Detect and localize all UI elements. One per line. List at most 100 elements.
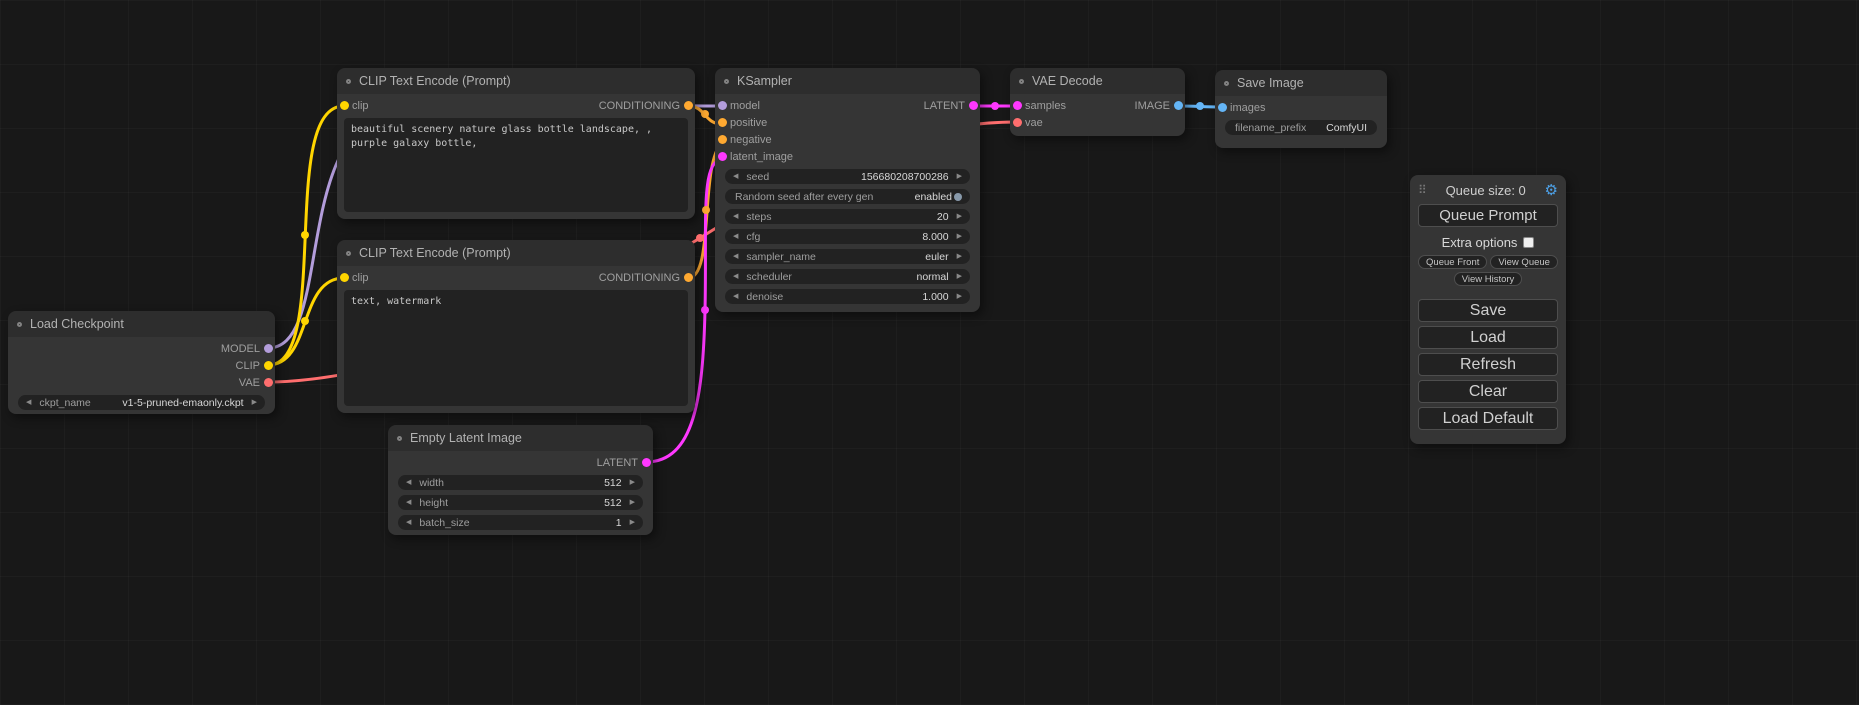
node-clip-text-encode-negative[interactable]: CLIP Text Encode (Prompt) clip CONDITION…	[337, 240, 695, 413]
increment-arrow-icon[interactable]: ▶	[957, 213, 962, 220]
widget-height[interactable]: ◀ height 512 ▶	[398, 495, 643, 510]
node-title-bar[interactable]: VAE Decode	[1010, 68, 1185, 94]
node-title-bar[interactable]: Empty Latent Image	[388, 425, 653, 451]
node-clip-text-encode-positive[interactable]: CLIP Text Encode (Prompt) clip CONDITION…	[337, 68, 695, 219]
decrement-arrow-icon[interactable]: ◀	[406, 479, 411, 486]
clip-output-dot[interactable]	[264, 361, 273, 370]
model-output-dot[interactable]	[264, 344, 273, 353]
collapse-dot-icon[interactable]	[346, 251, 351, 256]
decrement-arrow-icon[interactable]: ◀	[733, 233, 738, 240]
node-title-bar[interactable]: Load Checkpoint	[8, 311, 275, 337]
decrement-arrow-icon[interactable]: ◀	[406, 519, 411, 526]
model-input-dot[interactable]	[718, 101, 727, 110]
clip-input-dot[interactable]	[340, 101, 349, 110]
input-slot-model[interactable]: model	[715, 97, 848, 114]
widget-sampler-name[interactable]: ◀ sampler_name euler ▶	[725, 249, 970, 264]
queue-prompt-button[interactable]: Queue Prompt	[1418, 204, 1558, 227]
output-slot-model[interactable]: MODEL	[8, 340, 275, 357]
widget-steps[interactable]: ◀ steps 20 ▶	[725, 209, 970, 224]
decrement-arrow-icon[interactable]: ◀	[733, 213, 738, 220]
toggle-dot-icon[interactable]	[954, 193, 962, 201]
decrement-arrow-icon[interactable]: ◀	[733, 273, 738, 280]
widget-denoise[interactable]: ◀ denoise 1.000 ▶	[725, 289, 970, 304]
latent-output-dot[interactable]	[642, 458, 651, 467]
input-slot-negative[interactable]: negative	[715, 131, 980, 148]
view-history-button[interactable]: View History	[1454, 272, 1523, 286]
node-title-bar[interactable]: CLIP Text Encode (Prompt)	[337, 68, 695, 94]
view-queue-button[interactable]: View Queue	[1490, 255, 1558, 269]
decrement-arrow-icon[interactable]: ◀	[733, 293, 738, 300]
negative-input-dot[interactable]	[718, 135, 727, 144]
clip-input-dot[interactable]	[340, 273, 349, 282]
node-vae-decode[interactable]: VAE Decode samples IMAGE vae	[1010, 68, 1185, 136]
input-slot-images[interactable]: images	[1215, 99, 1387, 116]
settings-gear-icon[interactable]: ⚙	[1545, 181, 1558, 199]
widget-seed[interactable]: ◀ seed 156680208700286 ▶	[725, 169, 970, 184]
node-empty-latent-image[interactable]: Empty Latent Image LATENT ◀ width 512 ▶ …	[388, 425, 653, 535]
decrement-arrow-icon[interactable]: ◀	[733, 253, 738, 260]
node-title-bar[interactable]: Save Image	[1215, 70, 1387, 96]
latent-image-input-dot[interactable]	[718, 152, 727, 161]
output-slot-clip[interactable]: CLIP	[8, 357, 275, 374]
images-input-dot[interactable]	[1218, 103, 1227, 112]
collapse-dot-icon[interactable]	[17, 322, 22, 327]
widget-scheduler[interactable]: ◀ scheduler normal ▶	[725, 269, 970, 284]
refresh-button[interactable]: Refresh	[1418, 353, 1558, 376]
node-save-image[interactable]: Save Image images filename_prefix ComfyU…	[1215, 70, 1387, 148]
collapse-dot-icon[interactable]	[397, 436, 402, 441]
increment-arrow-icon[interactable]: ▶	[957, 273, 962, 280]
load-default-button[interactable]: Load Default	[1418, 407, 1558, 430]
output-slot-conditioning[interactable]: CONDITIONING	[516, 269, 695, 286]
input-slot-positive[interactable]: positive	[715, 114, 980, 131]
increment-arrow-icon[interactable]: ▶	[957, 293, 962, 300]
decrement-arrow-icon[interactable]: ◀	[26, 399, 31, 406]
vae-input-dot[interactable]	[1013, 118, 1022, 127]
prompt-textarea[interactable]: beautiful scenery nature glass bottle la…	[344, 118, 688, 212]
increment-arrow-icon[interactable]: ▶	[957, 173, 962, 180]
drag-handle-icon[interactable]: ⠿	[1418, 183, 1427, 197]
output-slot-vae[interactable]: VAE	[8, 374, 275, 391]
collapse-dot-icon[interactable]	[1019, 79, 1024, 84]
node-ksampler[interactable]: KSampler model LATENT positive	[715, 68, 980, 312]
output-slot-latent[interactable]: LATENT	[388, 454, 653, 471]
increment-arrow-icon[interactable]: ▶	[957, 253, 962, 260]
decrement-arrow-icon[interactable]: ◀	[406, 499, 411, 506]
increment-arrow-icon[interactable]: ▶	[957, 233, 962, 240]
widget-filename-prefix[interactable]: filename_prefix ComfyUI	[1225, 120, 1377, 135]
output-slot-image[interactable]: IMAGE	[1098, 97, 1186, 114]
input-slot-vae[interactable]: vae	[1010, 114, 1185, 131]
node-load-checkpoint[interactable]: Load Checkpoint MODEL CLIP VAE	[8, 311, 275, 414]
input-slot-clip[interactable]: clip	[337, 97, 516, 114]
widget-width[interactable]: ◀ width 512 ▶	[398, 475, 643, 490]
load-button[interactable]: Load	[1418, 326, 1558, 349]
queue-front-button[interactable]: Queue Front	[1418, 255, 1487, 269]
vae-output-dot[interactable]	[264, 378, 273, 387]
widget-random-seed-toggle[interactable]: Random seed after every gen enabled	[725, 189, 970, 204]
collapse-dot-icon[interactable]	[724, 79, 729, 84]
widget-ckpt-name[interactable]: ◀ ckpt_name v1-5-pruned-emaonly.ckpt ▶	[18, 395, 265, 410]
graph-canvas[interactable]: Load Checkpoint MODEL CLIP VAE	[0, 0, 1859, 705]
node-title-bar[interactable]: KSampler	[715, 68, 980, 94]
samples-input-dot[interactable]	[1013, 101, 1022, 110]
image-output-dot[interactable]	[1174, 101, 1183, 110]
increment-arrow-icon[interactable]: ▶	[252, 399, 257, 406]
save-button[interactable]: Save	[1418, 299, 1558, 322]
positive-input-dot[interactable]	[718, 118, 727, 127]
prompt-textarea[interactable]: text, watermark	[344, 290, 688, 406]
output-slot-conditioning[interactable]: CONDITIONING	[516, 97, 695, 114]
input-slot-samples[interactable]: samples	[1010, 97, 1098, 114]
widget-batch-size[interactable]: ◀ batch_size 1 ▶	[398, 515, 643, 530]
increment-arrow-icon[interactable]: ▶	[630, 499, 635, 506]
node-title-bar[interactable]: CLIP Text Encode (Prompt)	[337, 240, 695, 266]
latent-output-dot[interactable]	[969, 101, 978, 110]
conditioning-output-dot[interactable]	[684, 101, 693, 110]
collapse-dot-icon[interactable]	[1224, 81, 1229, 86]
increment-arrow-icon[interactable]: ▶	[630, 519, 635, 526]
widget-cfg[interactable]: ◀ cfg 8.000 ▶	[725, 229, 970, 244]
conditioning-output-dot[interactable]	[684, 273, 693, 282]
input-slot-latent-image[interactable]: latent_image	[715, 148, 980, 165]
output-slot-latent[interactable]: LATENT	[848, 97, 981, 114]
decrement-arrow-icon[interactable]: ◀	[733, 173, 738, 180]
increment-arrow-icon[interactable]: ▶	[630, 479, 635, 486]
clear-button[interactable]: Clear	[1418, 380, 1558, 403]
